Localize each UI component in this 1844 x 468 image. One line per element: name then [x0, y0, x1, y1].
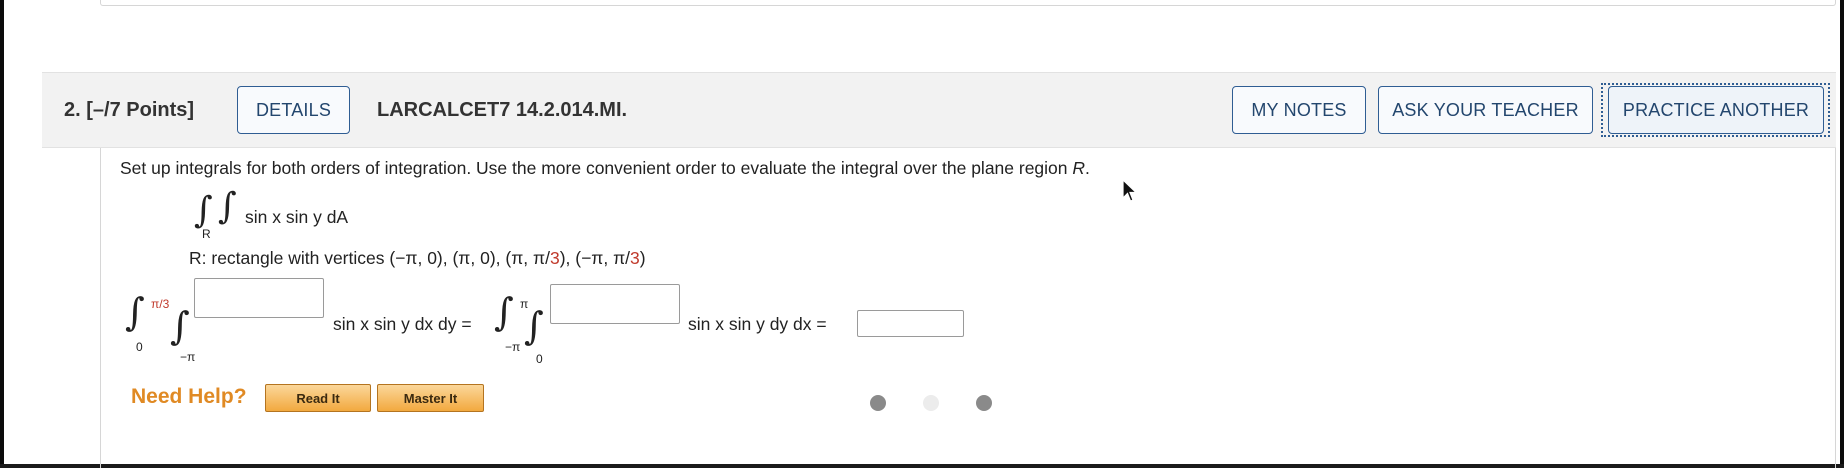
- loading-dot: [976, 395, 992, 411]
- need-help-label: Need Help?: [131, 385, 247, 408]
- integrand-2: sin x sin y dy dx =: [688, 314, 827, 334]
- integral-sign-inner: ∫: [218, 186, 237, 227]
- inner1-lower-limit: −π: [180, 350, 196, 364]
- outer2-lower-limit: −π: [505, 340, 521, 354]
- instructions-text: Set up integrals for both orders of inte…: [120, 158, 1073, 178]
- practice-another-button[interactable]: PRACTICE ANOTHER: [1608, 86, 1824, 134]
- inner1-upper-limit-input[interactable]: [194, 278, 324, 318]
- inner2-lower-limit: 0: [536, 352, 543, 366]
- details-button[interactable]: DETAILS: [237, 86, 350, 134]
- loading-dot: [923, 395, 939, 411]
- region-text-3: ): [639, 248, 646, 268]
- integrand-text: sin x sin y dA: [245, 207, 349, 227]
- mouse-cursor-icon: [1122, 179, 1138, 202]
- region-text-2: ), (−π, π/: [559, 248, 631, 268]
- instructions-period: .: [1085, 158, 1090, 178]
- integral-sign-1a: ∫: [125, 290, 145, 334]
- region-description: R: rectangle with vertices (−π, 0), (π, …: [189, 248, 646, 269]
- screen-edge-left: [0, 0, 4, 468]
- region-value-3b: 3: [630, 248, 640, 268]
- ask-your-teacher-button[interactable]: ASK YOUR TEACHER: [1378, 86, 1593, 134]
- question-number: 2. [–/7 Points]: [64, 99, 195, 121]
- integral-value-input[interactable]: [857, 310, 964, 337]
- outer1-lower-limit: 0: [136, 340, 143, 354]
- inner2-upper-limit-input[interactable]: [550, 284, 680, 324]
- integral-region-sub: R: [202, 227, 211, 241]
- integrand-1: sin x sin y dx dy =: [333, 314, 472, 334]
- read-it-button[interactable]: Read It: [265, 384, 371, 412]
- integral-sign-2b: ∫: [524, 304, 544, 348]
- screen-edge-right: [1840, 0, 1844, 468]
- integral-sign-outer: ∫: [194, 190, 213, 231]
- region-text-1: R: rectangle with vertices (−π, 0), (π, …: [189, 248, 550, 268]
- question-code: LARCALCET7 14.2.014.MI.: [377, 99, 628, 121]
- integral-sign-2a: ∫: [494, 290, 514, 334]
- previous-question-card: [100, 0, 1836, 6]
- loading-dot: [870, 395, 886, 411]
- instructions-region-var: R: [1072, 158, 1086, 178]
- integral-sign-1b: ∫: [170, 304, 190, 348]
- instructions: Set up integrals for both orders of inte…: [120, 158, 1090, 179]
- my-notes-button[interactable]: MY NOTES: [1232, 86, 1366, 134]
- outer1-upper-limit: π/3: [151, 297, 170, 311]
- region-value-3a: 3: [549, 248, 560, 268]
- master-it-button[interactable]: Master It: [377, 384, 484, 412]
- integrand: sin x sin y dA: [245, 207, 348, 228]
